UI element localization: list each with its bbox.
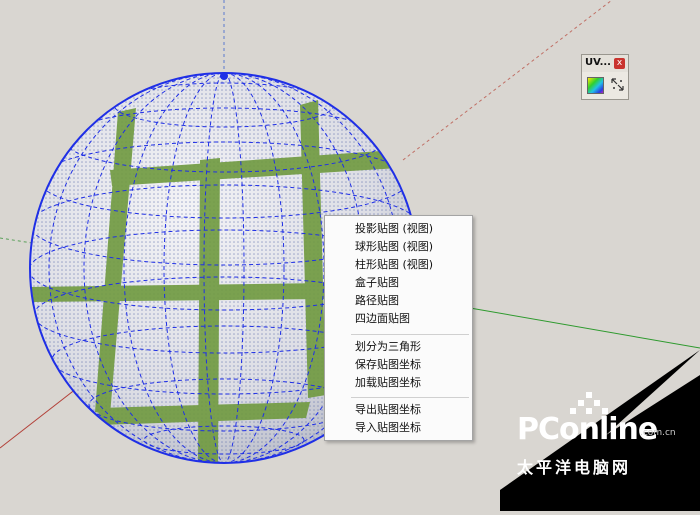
uv-toolbar-title: UV...: [585, 57, 611, 68]
axis-green: [469, 307, 700, 349]
menu-item-export-uv[interactable]: 导出贴图坐标: [355, 401, 421, 419]
uv-toolbar: UV... x: [581, 54, 629, 100]
watermark-subtitle: 太平洋电脑网: [517, 458, 632, 477]
menu-item-projection-map[interactable]: 投影贴图 (视图): [355, 220, 433, 238]
menu-item-import-uv[interactable]: 导入贴图坐标: [355, 419, 421, 437]
menu-item-box-map[interactable]: 盒子贴图: [355, 274, 399, 292]
menu-separator: [351, 334, 469, 335]
pconline-watermark: PConline .com.cn 太平洋电脑网: [500, 350, 700, 511]
watermark-domain: .com.cn: [640, 428, 676, 438]
uv-color-icon[interactable]: [587, 77, 604, 94]
context-menu: 投影贴图 (视图) 球形贴图 (视图) 柱形贴图 (视图) 盒子贴图 路径贴图 …: [324, 215, 473, 441]
menu-item-path-map[interactable]: 路径贴图: [355, 292, 399, 310]
close-icon[interactable]: x: [614, 58, 625, 69]
uv-arrows-icon[interactable]: [609, 77, 626, 94]
uv-toolbar-titlebar[interactable]: UV... x: [582, 55, 628, 72]
menu-item-spherical-map[interactable]: 球形贴图 (视图): [355, 238, 433, 256]
menu-separator: [351, 397, 469, 398]
menu-item-quad-map[interactable]: 四边面贴图: [355, 310, 410, 328]
menu-item-load-uv[interactable]: 加载贴图坐标: [355, 374, 421, 392]
menu-item-save-uv[interactable]: 保存贴图坐标: [355, 356, 421, 374]
axis-green-dashed: [0, 237, 33, 244]
menu-item-triangulate[interactable]: 划分为三角形: [355, 338, 421, 356]
watermark-brand: PConline: [517, 412, 658, 447]
menu-item-cylindrical-map[interactable]: 柱形贴图 (视图): [355, 256, 433, 274]
